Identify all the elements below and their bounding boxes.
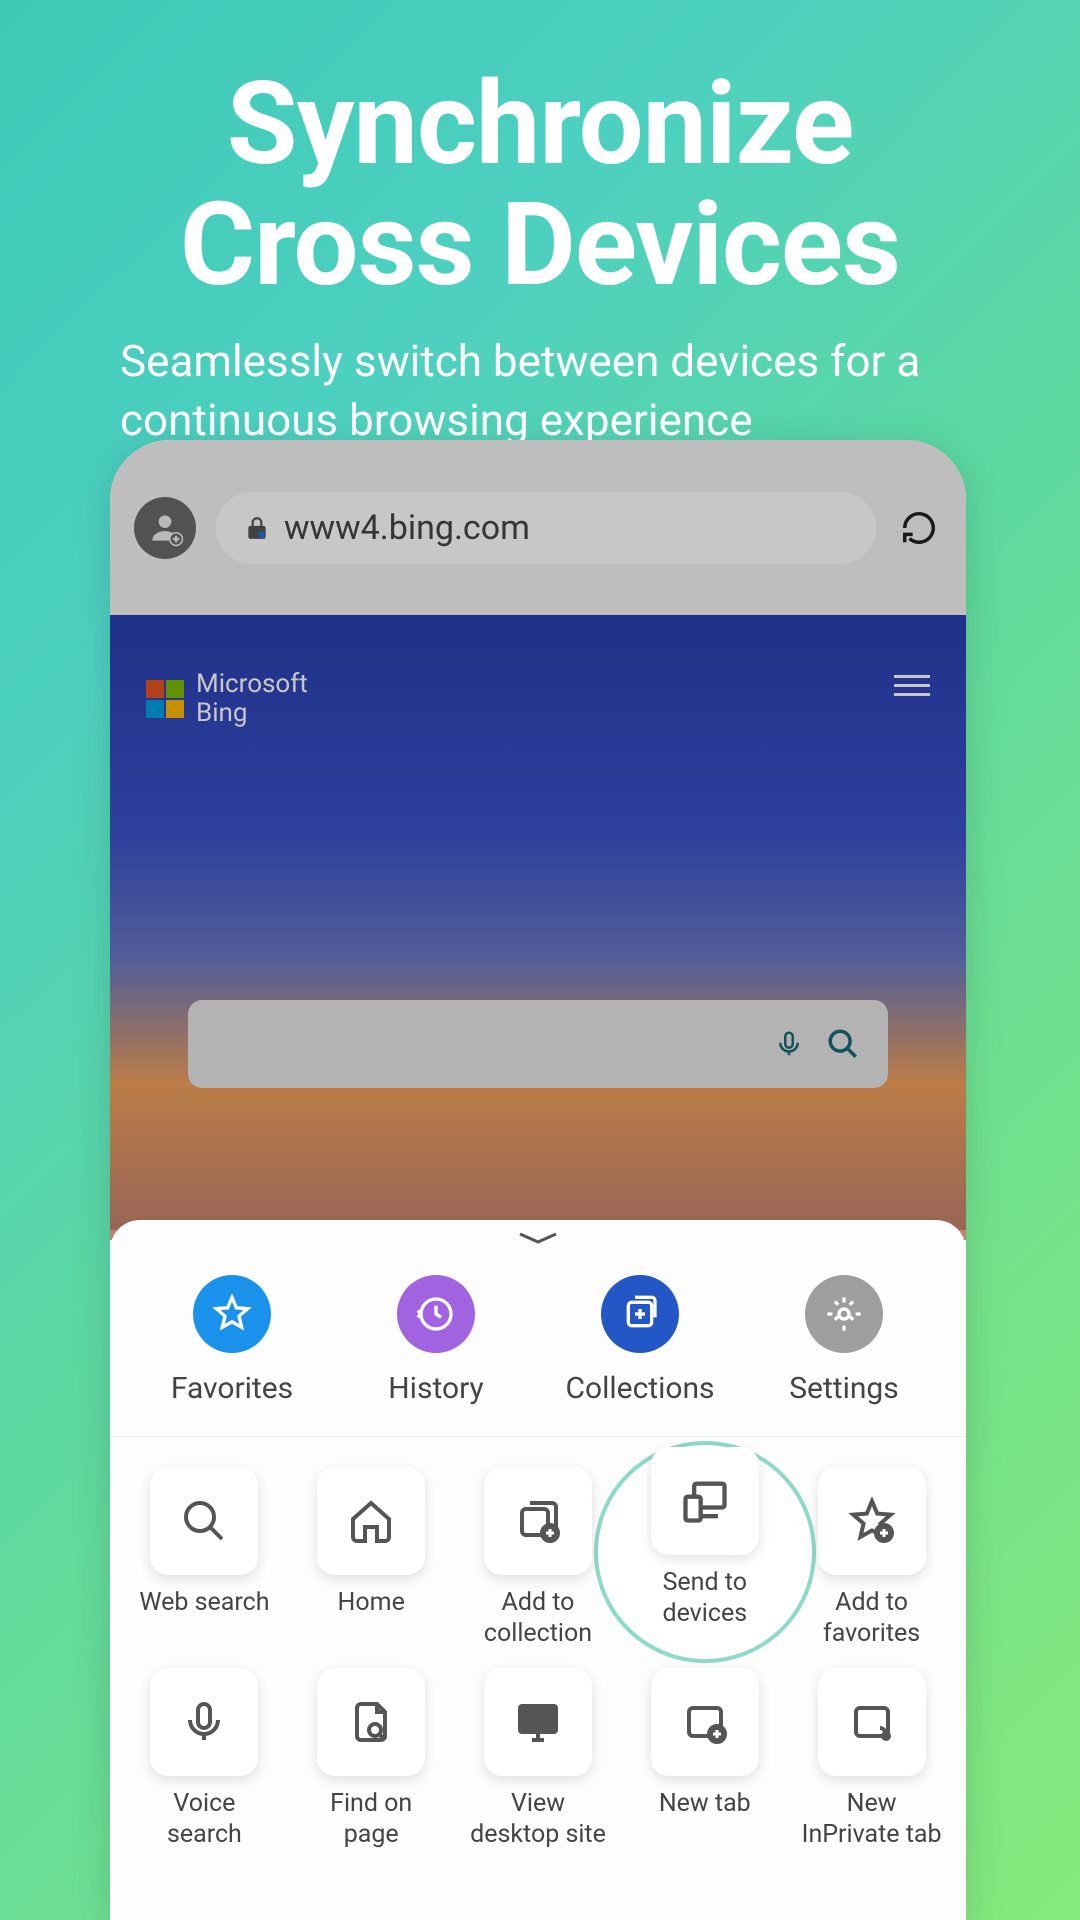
home-icon	[347, 1497, 395, 1545]
sheet-grabber[interactable]	[518, 1232, 558, 1246]
add-to-collection-button[interactable]: Add to collection	[468, 1467, 609, 1650]
search-icon[interactable]	[826, 1027, 860, 1061]
web-search-button[interactable]: Web search	[134, 1467, 275, 1649]
search-icon	[180, 1497, 228, 1545]
collections-icon	[601, 1275, 679, 1353]
sheet-grid-row-2: Voice search Find on page View desktop s…	[110, 1650, 966, 1851]
home-button[interactable]: Home	[301, 1467, 442, 1649]
address-bar[interactable]: www4.bing.com	[216, 492, 876, 564]
reload-button[interactable]	[896, 505, 942, 551]
favorites-button[interactable]: Favorites	[130, 1275, 334, 1406]
find-on-page-button[interactable]: Find on page	[301, 1668, 442, 1851]
new-inprivate-tab-button[interactable]: New InPrivate tab	[801, 1668, 942, 1851]
mic-icon	[180, 1698, 228, 1746]
new-tab-icon	[681, 1698, 729, 1746]
bing-brand: Microsoft Bing	[146, 670, 308, 727]
history-button[interactable]: History	[334, 1275, 538, 1406]
hero-title: Synchronize Cross Devices	[0, 0, 1080, 307]
voice-search-button[interactable]: Voice search	[134, 1668, 275, 1851]
action-sheet: Favorites History Collections Settings	[110, 1220, 966, 1920]
sheet-top-row: Favorites History Collections Settings	[110, 1220, 966, 1437]
add-to-favorites-button[interactable]: Add to favorites	[801, 1467, 942, 1650]
history-icon	[397, 1275, 475, 1353]
desktop-icon	[514, 1698, 562, 1746]
browser-top-bar: www4.bing.com	[110, 440, 966, 615]
url-text: www4.bing.com	[284, 508, 530, 548]
lock-icon	[244, 515, 270, 541]
inprivate-icon	[848, 1698, 896, 1746]
star-icon	[193, 1275, 271, 1353]
add-collection-icon	[514, 1497, 562, 1545]
new-tab-button[interactable]: New tab	[634, 1668, 775, 1850]
send-devices-icon	[679, 1475, 731, 1527]
hero-subtitle: Seamlessly switch between devices for a …	[0, 332, 1080, 451]
sheet-grid-row-1: Web search Home Add to collection Send t…	[110, 1437, 966, 1650]
send-to-devices-button[interactable]: Send to devices	[634, 1467, 775, 1630]
phone-frame: www4.bing.com Microsoft Bing	[110, 440, 966, 1920]
gear-icon	[805, 1275, 883, 1353]
collections-button[interactable]: Collections	[538, 1275, 742, 1406]
bing-search-input[interactable]	[188, 1000, 888, 1088]
settings-button[interactable]: Settings	[742, 1275, 946, 1406]
hamburger-menu-button[interactable]	[894, 675, 930, 696]
page-content: Microsoft Bing	[110, 615, 966, 1240]
view-desktop-site-button[interactable]: View desktop site	[468, 1668, 609, 1851]
find-page-icon	[347, 1698, 395, 1746]
profile-button[interactable]	[134, 497, 196, 559]
add-favorite-icon	[848, 1497, 896, 1545]
microsoft-logo-icon	[146, 680, 184, 718]
mic-icon[interactable]	[774, 1029, 804, 1059]
